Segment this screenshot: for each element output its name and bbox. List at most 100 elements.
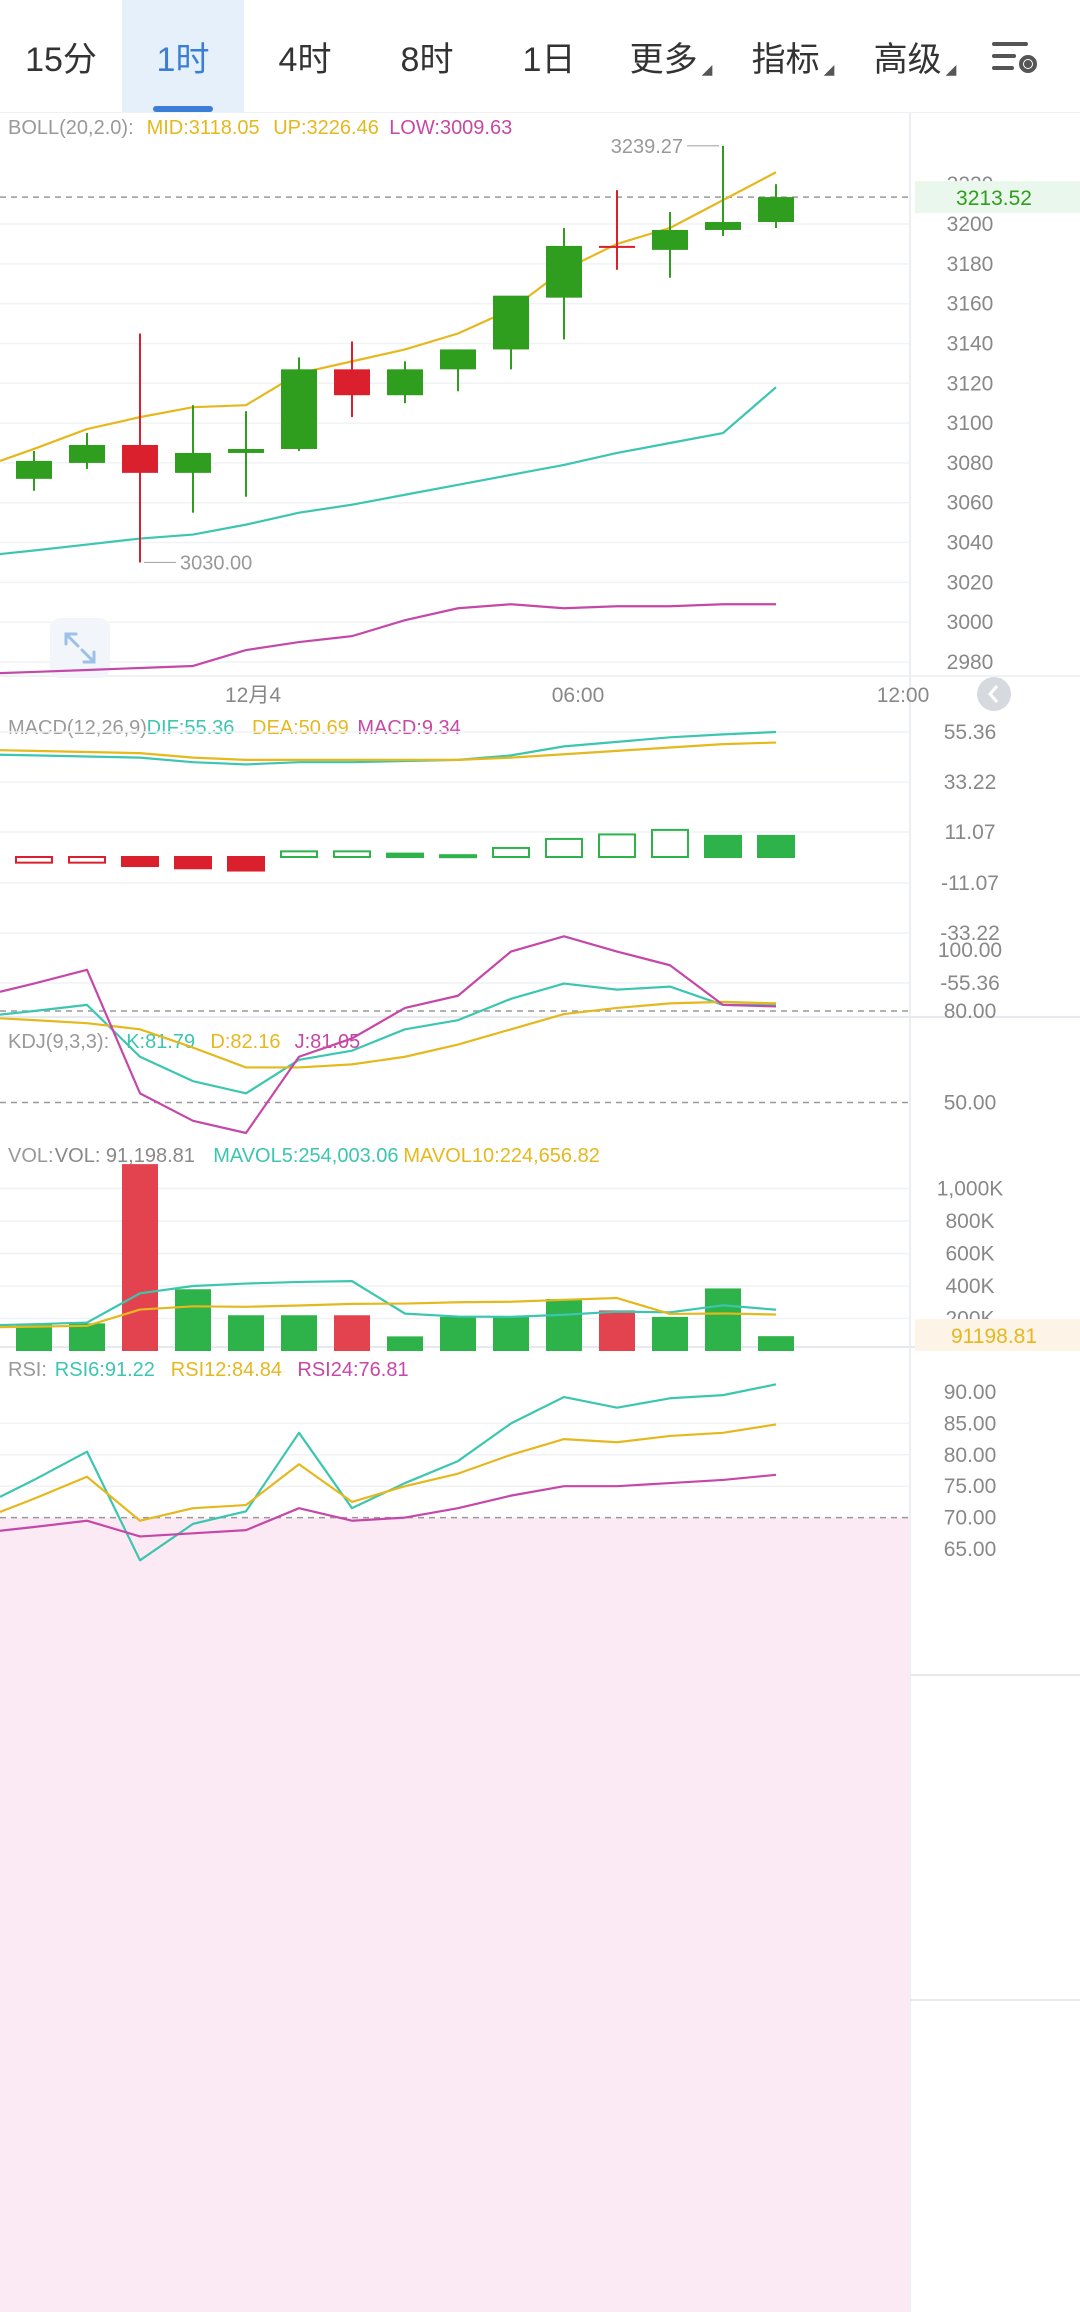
volume-bar — [228, 1315, 264, 1351]
vol-tick-label: 400K — [945, 1275, 994, 1298]
macd-tick-label: 33.22 — [944, 771, 997, 794]
tab-label: 8时 — [400, 40, 454, 79]
price-tick-label: 3160 — [947, 293, 994, 316]
time-axis-label: 06:00 — [552, 684, 605, 707]
boll-legend-mid: MID:3118.05 — [147, 117, 260, 139]
macd-histogram-bar — [598, 833, 636, 859]
jump-latest-icon[interactable] — [977, 677, 1011, 711]
tab-2[interactable]: 4时 — [244, 0, 366, 112]
candle-body — [652, 229, 688, 250]
tab-5[interactable]: 更多 ◢ — [610, 0, 732, 112]
macd-tick-label: -11.07 — [941, 872, 999, 895]
macd-histogram-bar — [121, 856, 159, 868]
vol-tick-label: 600K — [945, 1243, 994, 1266]
candle-body — [440, 349, 476, 370]
price-tick-label: 3120 — [947, 372, 994, 395]
kdj-legend-j: J:81.05 — [295, 1031, 361, 1053]
macd-histogram-bar — [386, 852, 424, 859]
chart-settings-icon[interactable] — [976, 0, 1056, 112]
rsi-oversold-band — [0, 1517, 910, 2312]
tab-4[interactable]: 1日 — [488, 0, 610, 112]
candle-body — [599, 245, 635, 248]
candle-body — [175, 452, 211, 473]
macd-histogram-bar — [651, 828, 689, 858]
vol-tick-label: 1,000K — [937, 1178, 1004, 1201]
macd-histogram-bar — [174, 856, 212, 870]
volume-bar — [758, 1336, 794, 1351]
boll-title: BOLL(20,2.0): — [8, 117, 134, 139]
tab-label: 更多 — [629, 40, 698, 79]
current-vol-label: 91198.81 — [951, 1325, 1037, 1348]
candle-body — [228, 448, 264, 453]
tab-3[interactable]: 8时 — [366, 0, 488, 112]
boll-up-line — [0, 171, 777, 462]
rsi-tick-label: 70.00 — [944, 1507, 997, 1530]
vol-legend-mavol5: MAVOL5:254,003.06 — [213, 1145, 398, 1167]
current-price-label: 3213.52 — [956, 187, 1032, 210]
tab-label: 高级 — [873, 40, 942, 79]
tab-6[interactable]: 指标 ◢ — [732, 0, 854, 112]
volume-bar — [175, 1289, 211, 1351]
dropdown-triangle-icon: ◢ — [945, 61, 957, 77]
price-tick-label: 2980 — [947, 651, 994, 674]
price-tick-label: 3100 — [947, 412, 994, 435]
volume-bar — [281, 1315, 317, 1351]
vol-legend-vol: VOL: 91,198.81 — [55, 1145, 195, 1167]
macd-tick-label: 11.07 — [945, 821, 996, 844]
macd-histogram-bar — [757, 834, 795, 858]
candle-body — [16, 460, 52, 479]
volume-bar — [122, 1164, 158, 1351]
boll-legend-low: LOW:3009.63 — [389, 117, 512, 139]
macd-legend-macd: MACD:9.34 — [357, 717, 460, 739]
tab-label: 4时 — [278, 40, 332, 79]
annotation-label: 3030.00 — [180, 552, 252, 574]
volume-bar — [334, 1315, 370, 1351]
rsi-tick-label: 75.00 — [944, 1475, 997, 1498]
price-tick-label: 3020 — [947, 571, 994, 594]
volume-bar — [69, 1323, 105, 1351]
macd-histogram-bar — [68, 856, 106, 864]
rsi-legend-rsi6: RSI6:91.22 — [55, 1359, 155, 1381]
time-axis-label: 12月4 — [225, 684, 281, 707]
price-tick-label: 3080 — [947, 452, 994, 475]
macd-title: MACD(12,26,9) — [8, 717, 147, 739]
macd-histogram-bar — [492, 846, 530, 858]
price-tick-label: 3040 — [947, 532, 994, 555]
chart-area[interactable]: BOLL(20,2.0): MID:3118.05 UP:3226.46 LOW:30… — [0, 112, 1080, 2312]
volume-bar — [16, 1324, 52, 1351]
rsi-tick-label: 80.00 — [944, 1444, 997, 1467]
volume-bar — [599, 1310, 635, 1351]
candle-body — [122, 444, 158, 473]
macd-histogram-bar — [15, 856, 53, 864]
dropdown-triangle-icon: ◢ — [701, 61, 713, 77]
tab-0[interactable]: 15分 — [0, 0, 122, 112]
tab-label: 1日 — [522, 40, 576, 79]
annotation-label: 3239.27 — [611, 136, 683, 158]
rsi-tick-label: 65.00 — [944, 1538, 997, 1561]
kdj-tick-label: 100.00 — [938, 939, 1002, 962]
candle-body — [493, 295, 529, 350]
price-tick-label: 3200 — [947, 213, 994, 236]
tab-label: 1时 — [156, 40, 210, 79]
volume-bar — [705, 1288, 741, 1351]
macd-histogram-bar — [333, 850, 371, 858]
macd-histogram-bar — [704, 834, 742, 858]
rsi-tick-label: 90.00 — [944, 1381, 997, 1404]
kdj-tick-label: 50.00 — [944, 1092, 997, 1115]
candle-body — [546, 245, 582, 298]
macd-histogram-bar — [545, 837, 583, 858]
boll-low-line — [0, 603, 776, 675]
tab-7[interactable]: 高级 ◢ — [854, 0, 976, 112]
candle-body — [387, 369, 423, 396]
volume-bar — [652, 1316, 688, 1351]
tab-1[interactable]: 1时 — [122, 0, 244, 112]
price-tick-label: 3060 — [947, 492, 994, 515]
candle-body — [758, 197, 794, 223]
vol-title: VOL: — [8, 1145, 54, 1167]
candle-body — [705, 222, 741, 230]
boll-mid-line — [0, 386, 777, 556]
kdj-legend-d: D:82.16 — [210, 1031, 280, 1053]
rsi-tick-label: 85.00 — [944, 1412, 997, 1435]
macd-tick-label: -55.36 — [940, 972, 1000, 995]
macd-legend-dea: DEA:50.69 — [252, 717, 349, 739]
